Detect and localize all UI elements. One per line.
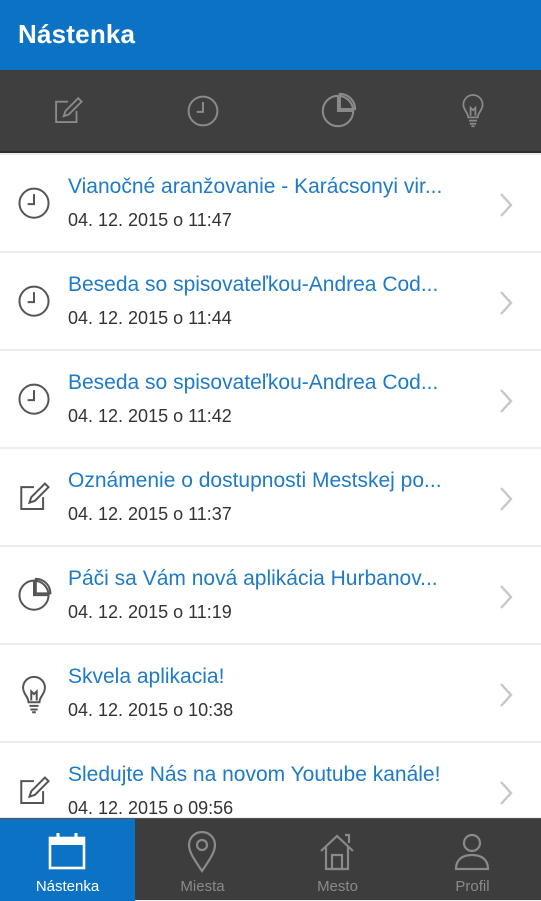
item-date: 04. 12. 2015 o 09:56	[68, 798, 234, 817]
filter-events-button[interactable]	[135, 70, 270, 151]
filter-ideas-button[interactable]	[405, 70, 540, 151]
list-item[interactable]: Beseda so spisovateľkou-Andrea Cod... 04.…	[0, 253, 541, 349]
filter-polls-button[interactable]	[270, 70, 405, 151]
pie-chart-icon	[18, 577, 52, 611]
list-item[interactable]: Oznámenie o dostupnosti Mestskej po... 04…	[0, 449, 541, 545]
person-icon	[454, 833, 490, 871]
app-bar: Nástenka	[0, 0, 541, 70]
item-title: Beseda so spisovateľkou-Andrea Cod...	[68, 371, 439, 394]
pie-chart-icon	[321, 92, 356, 127]
tab-label: Profil	[455, 878, 490, 895]
feed-list: Vianočné aranžovanie - Karácsonyi vir...…	[0, 155, 541, 817]
page-title: Nástenka	[18, 19, 136, 49]
chevron-right-icon	[500, 683, 513, 707]
chevron-right-icon	[500, 487, 513, 511]
item-date: 04. 12. 2015 o 11:37	[68, 504, 232, 524]
chevron-right-icon	[500, 585, 513, 609]
edit-note-icon	[54, 96, 83, 123]
edit-note-icon	[20, 776, 50, 804]
bottom-tab-bar: Nástenka Miesta Mesto Profil	[0, 818, 541, 901]
list-item[interactable]: Sledujte Nás na novom Youtube kanále! 04.…	[0, 743, 541, 817]
item-date: 04. 12. 2015 o 11:47	[68, 210, 232, 230]
list-item[interactable]: Beseda so spisovateľkou-Andrea Cod... 04.…	[0, 351, 541, 447]
tab-label: Mesto	[317, 878, 358, 895]
chevron-right-icon	[500, 389, 513, 413]
tab-home[interactable]: Mesto	[270, 819, 405, 901]
clock-icon	[18, 383, 50, 415]
filter-announcements-button[interactable]	[0, 70, 135, 151]
chevron-right-icon	[500, 781, 513, 805]
clock-icon	[18, 187, 50, 219]
item-title: Sledujte Nás na novom Youtube kanále!	[68, 763, 441, 786]
item-title: Vianočné aranžovanie - Karácsonyi vir...	[68, 175, 443, 198]
tab-map-pin[interactable]: Miesta	[135, 819, 270, 901]
list-item[interactable]: Páči sa Vám nová aplikácia Hurbanov... 04…	[0, 547, 541, 643]
tab-label: Nástenka	[35, 878, 100, 895]
list-item[interactable]: Vianočné aranžovanie - Karácsonyi vir...…	[0, 155, 541, 251]
item-date: 04. 12. 2015 o 10:38	[68, 700, 234, 720]
item-title: Oznámenie o dostupnosti Mestskej po...	[68, 469, 442, 492]
lightbulb-icon	[462, 93, 483, 127]
chevron-right-icon	[500, 291, 513, 315]
list-item[interactable]: Skvela aplikacia! 04. 12. 2015 o 10:38	[0, 645, 541, 741]
clock-icon	[18, 285, 50, 317]
map-pin-icon	[187, 831, 217, 873]
tab-calendar[interactable]: Nástenka	[0, 819, 135, 901]
home-icon	[320, 833, 354, 871]
tab-label: Miesta	[180, 878, 225, 895]
edit-note-icon	[20, 482, 50, 510]
clock-icon	[187, 95, 218, 126]
tab-person[interactable]: Profil	[405, 819, 540, 901]
item-title: Páči sa Vám nová aplikácia Hurbanov...	[68, 567, 438, 590]
item-date: 04. 12. 2015 o 11:42	[68, 406, 232, 426]
item-date: 04. 12. 2015 o 11:19	[68, 602, 232, 622]
filter-bar	[0, 70, 541, 153]
chevron-right-icon	[500, 193, 513, 217]
item-title: Beseda so spisovateľkou-Andrea Cod...	[68, 273, 439, 296]
item-date: 04. 12. 2015 o 11:44	[68, 308, 232, 328]
lightbulb-icon	[22, 675, 46, 714]
calendar-icon	[48, 833, 86, 870]
item-title: Skvela aplikacia!	[68, 665, 225, 688]
